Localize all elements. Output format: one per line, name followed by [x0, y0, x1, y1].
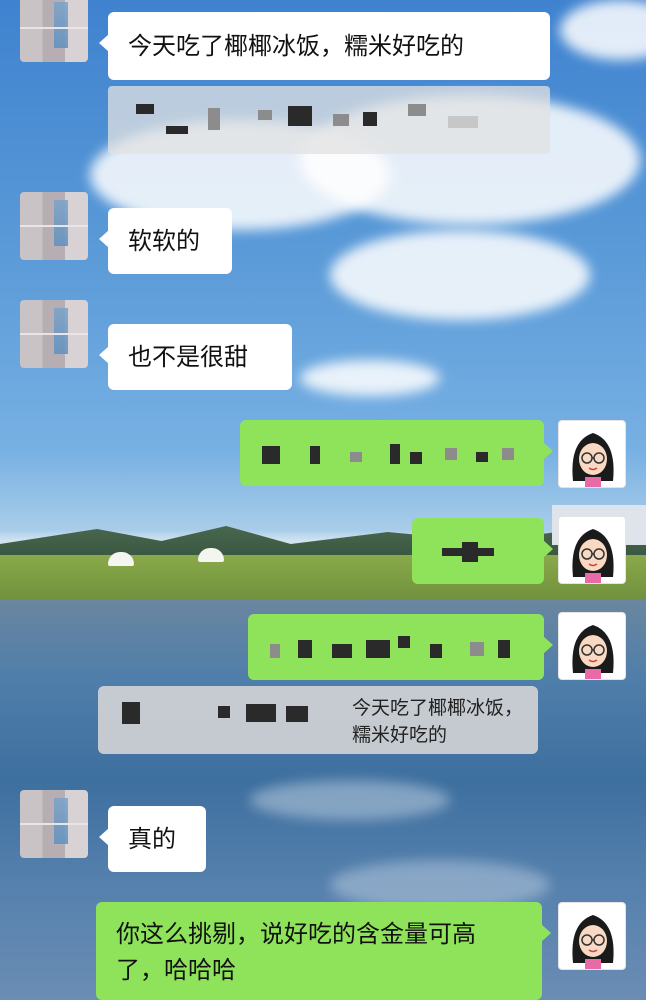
incoming-message[interactable]: 真的 — [99, 806, 206, 872]
outgoing-message[interactable] — [248, 614, 553, 680]
pixelated-message — [108, 86, 550, 154]
contact-avatar[interactable] — [20, 0, 88, 62]
contact-avatar[interactable] — [20, 300, 88, 368]
message-text: 今天吃了椰椰冰饭，糯米好吃的 — [128, 32, 464, 60]
incoming-message[interactable]: 也不是很甜 — [99, 324, 292, 390]
outgoing-message[interactable] — [240, 420, 553, 486]
message-text: 也不是很甜 — [128, 343, 248, 371]
incoming-message[interactable]: 软软的 — [99, 208, 232, 274]
self-avatar[interactable] — [558, 612, 626, 680]
girl-with-glasses-icon — [572, 529, 614, 583]
outgoing-message[interactable] — [412, 518, 553, 584]
self-avatar[interactable] — [558, 902, 626, 970]
self-avatar[interactable] — [558, 516, 626, 584]
quoted-message[interactable]: 今天吃了椰椰冰饭，糯米好吃的 — [98, 686, 538, 754]
incoming-message[interactable]: 今天吃了椰椰冰饭，糯米好吃的 — [99, 12, 550, 80]
message-text: 软软的 — [128, 227, 200, 255]
girl-with-glasses-icon — [572, 915, 614, 969]
self-avatar[interactable] — [558, 420, 626, 488]
girl-with-glasses-icon — [572, 625, 614, 679]
message-text: 真的 — [128, 825, 176, 853]
outgoing-message[interactable]: 你这么挑剔，说好吃的含金量可高了，哈哈哈 — [96, 902, 551, 1000]
contact-avatar[interactable] — [20, 790, 88, 858]
contact-avatar[interactable] — [20, 192, 88, 260]
message-text: 你这么挑剔，说好吃的含金量可高了，哈哈哈 — [116, 920, 476, 984]
quoted-text: 今天吃了椰椰冰饭，糯米好吃的 — [352, 697, 524, 746]
girl-with-glasses-icon — [572, 433, 614, 487]
